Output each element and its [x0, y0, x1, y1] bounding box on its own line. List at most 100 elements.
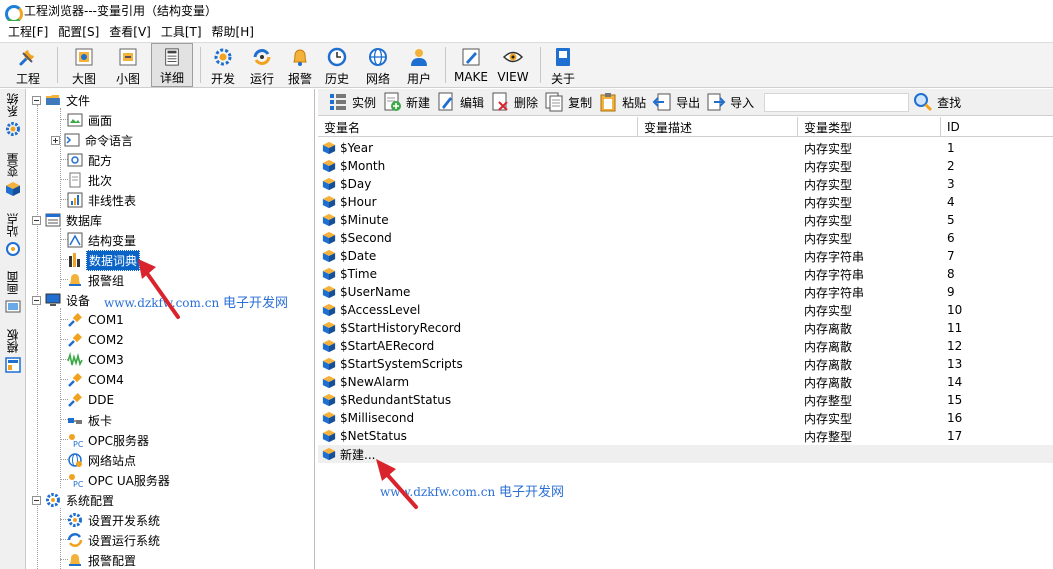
tree-node-devices[interactable]: 设备: [32, 290, 92, 310]
cell-id: 5: [947, 213, 955, 227]
tree-node-alarm-group[interactable]: 报警组: [67, 270, 126, 290]
side-tab-templates[interactable]: 模板: [2, 329, 24, 373]
side-tab-screens[interactable]: 画面: [2, 271, 24, 315]
import-button[interactable]: 导入: [706, 92, 754, 112]
instance-button[interactable]: 实例: [328, 92, 376, 112]
copy-button[interactable]: 复制: [544, 92, 592, 112]
menu-file[interactable]: 工程[F]: [3, 23, 53, 40]
new-document-icon: [384, 92, 402, 111]
tree-node-setup-dev-system[interactable]: 设置开发系统: [67, 510, 162, 530]
tree-node-network-station[interactable]: 网络站点: [67, 450, 138, 470]
collapse-icon[interactable]: [32, 295, 41, 305]
table-row[interactable]: $RedundantStatus 内存整型 15: [318, 391, 1053, 409]
cell-name: $StartAERecord: [318, 337, 638, 355]
column-header-type[interactable]: 变量类型: [798, 117, 941, 137]
toolbar-make-button[interactable]: MAKE: [451, 43, 491, 87]
tree-node-file[interactable]: 文件: [32, 90, 92, 110]
table-row[interactable]: $Year 内存实型 1: [318, 139, 1053, 157]
table-row[interactable]: $Hour 内存实型 4: [318, 193, 1053, 211]
tree-node-screen[interactable]: 画面: [67, 110, 114, 130]
collapse-icon[interactable]: [32, 215, 41, 225]
toolbar-about-button[interactable]: 关于: [546, 43, 580, 87]
toolbar-run-button[interactable]: 运行: [242, 43, 282, 87]
toolbar-small-view-button[interactable]: 小图: [107, 43, 149, 87]
new-button[interactable]: 新建: [382, 92, 430, 112]
toolbar-history-button[interactable]: 历史: [318, 43, 356, 87]
tree-node-com2[interactable]: COM2: [67, 330, 126, 350]
side-tab-system[interactable]: 系统: [2, 93, 24, 137]
toolbar-project-button[interactable]: 工程: [6, 43, 50, 87]
toolbar-alarm-button[interactable]: 报警: [284, 43, 316, 87]
toolbar-user-button[interactable]: 用户: [400, 43, 438, 87]
cell-name: $Hour: [318, 193, 638, 211]
variable-cube-icon: [322, 375, 336, 389]
edit-button[interactable]: 编辑: [436, 92, 484, 112]
tree-node-command-language[interactable]: 命令语言: [51, 130, 135, 150]
tree-node-com3[interactable]: COM3: [67, 350, 126, 370]
collapse-icon[interactable]: [32, 495, 41, 505]
menu-tools[interactable]: 工具[T]: [156, 23, 207, 40]
table-row[interactable]: $Month 内存实型 2: [318, 157, 1053, 175]
table-row[interactable]: $StartHistoryRecord 内存离散 11: [318, 319, 1053, 337]
collapse-icon[interactable]: [32, 95, 41, 105]
toolbar-separator: [445, 47, 446, 83]
table-row[interactable]: $Date 内存字符串 7: [318, 247, 1053, 265]
tree-node-alarm-config[interactable]: 报警配置: [67, 550, 138, 569]
cell-type: 内存实型: [804, 213, 853, 228]
menu-view[interactable]: 查看[V]: [104, 23, 156, 40]
svg-text:PC: PC: [73, 440, 83, 448]
side-tab-stations[interactable]: 站点: [2, 213, 24, 257]
column-header-id[interactable]: ID: [941, 117, 1053, 137]
delete-button[interactable]: 删除: [490, 92, 538, 112]
tree-node-board-card[interactable]: 板卡: [67, 410, 114, 430]
table-row[interactable]: $NewAlarm 内存离散 14: [318, 373, 1053, 391]
table-row[interactable]: $StartAERecord 内存离散 12: [318, 337, 1053, 355]
variable-name: $Second: [340, 231, 392, 245]
expand-icon[interactable]: [51, 135, 60, 145]
recipe-icon: [67, 153, 83, 167]
side-tab-variables[interactable]: 变量: [2, 153, 24, 197]
table-row[interactable]: $Millisecond 内存实型 16: [318, 409, 1053, 427]
table-row[interactable]: $Time 内存字符串 8: [318, 265, 1053, 283]
cell-id: 3: [947, 177, 955, 191]
app-window: 工程浏览器---变量引用（结构变量） 工程[F] 配置[S] 查看[V] 工具[…: [0, 0, 1053, 569]
tree-node-recipe[interactable]: 配方: [67, 150, 114, 170]
tree-node-setup-run-system[interactable]: 设置运行系统: [67, 530, 162, 550]
toolbar-view-button[interactable]: VIEW: [493, 43, 533, 87]
table-row[interactable]: $AccessLevel 内存实型 10: [318, 301, 1053, 319]
variable-cube-icon: [322, 411, 336, 425]
toolbar-detail-view-button[interactable]: 详细: [151, 43, 193, 87]
table-row[interactable]: $NetStatus 内存整型 17: [318, 427, 1053, 445]
export-button[interactable]: 导出: [652, 92, 700, 112]
tree-node-com4[interactable]: COM4: [67, 370, 126, 390]
side-tab-strip: 系统 变量 站点 画面 模板: [0, 89, 26, 569]
view-eye-icon: [502, 51, 524, 63]
tree-node-batch[interactable]: 批次: [67, 170, 114, 190]
menu-config[interactable]: 配置[S]: [53, 23, 104, 40]
tree-node-dde[interactable]: DDE: [67, 390, 116, 410]
tree-node-struct-variable[interactable]: 结构变量: [67, 230, 138, 250]
column-header-description[interactable]: 变量描述: [638, 117, 798, 137]
cell-type: 内存离散: [804, 375, 853, 390]
toolbar-develop-button[interactable]: 开发: [206, 43, 240, 87]
paste-clipboard-icon: [600, 93, 616, 112]
toolbar-large-view-button[interactable]: 大图: [63, 43, 105, 87]
table-row[interactable]: $Second 内存实型 6: [318, 229, 1053, 247]
paste-button[interactable]: 粘贴: [598, 92, 646, 112]
tree-node-com1[interactable]: COM1: [67, 310, 126, 330]
toolbar-network-button[interactable]: 网络: [358, 43, 398, 87]
search-input[interactable]: [764, 92, 910, 112]
tree-node-opc-ua-server[interactable]: PC OPC UA服务器: [67, 470, 172, 490]
find-button[interactable]: 查找: [913, 92, 961, 112]
tree-node-system-config[interactable]: 系统配置: [32, 490, 116, 510]
tree-node-nonlinear-table[interactable]: 非线性表: [67, 190, 138, 210]
table-row[interactable]: $Minute 内存实型 5: [318, 211, 1053, 229]
menu-help[interactable]: 帮助[H]: [207, 23, 259, 40]
column-header-name[interactable]: 变量名: [318, 117, 638, 137]
table-row[interactable]: $Day 内存实型 3: [318, 175, 1053, 193]
tree-node-database[interactable]: 数据库: [32, 210, 104, 230]
table-row[interactable]: $StartSystemScripts 内存离散 13: [318, 355, 1053, 373]
table-row[interactable]: $UserName 内存字符串 9: [318, 283, 1053, 301]
tree-node-opc-server[interactable]: PC OPC服务器: [67, 430, 151, 450]
cell-type: 内存实型: [804, 303, 853, 318]
